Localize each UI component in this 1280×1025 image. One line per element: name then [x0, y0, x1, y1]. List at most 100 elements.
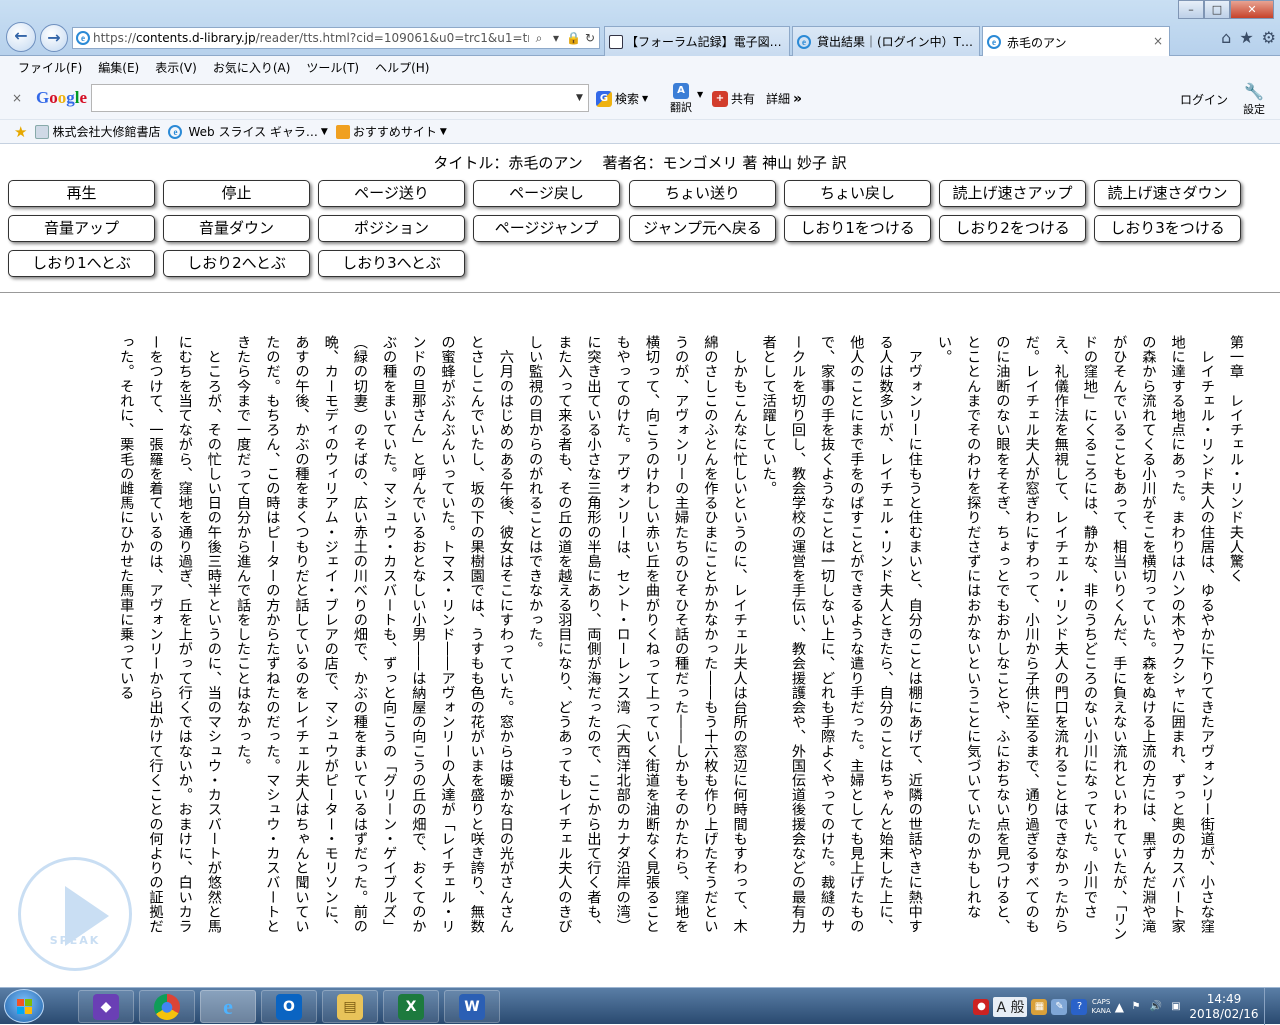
set-bookmark-2-button[interactable]: しおり2をつける	[939, 215, 1086, 242]
translate-button[interactable]: A 翻訳	[670, 83, 692, 115]
taskbar-word[interactable]: W	[444, 990, 500, 1023]
security-icon[interactable]: ●	[973, 998, 990, 1015]
chevron-down-icon[interactable]: ▼	[697, 90, 703, 99]
settings-label: 設定	[1243, 103, 1265, 116]
chevron-down-icon[interactable]: ▼	[576, 93, 583, 103]
favorites-star-icon[interactable]: ★	[14, 123, 27, 141]
speak-logo: SPEAK	[18, 857, 132, 971]
page-forward-button[interactable]: ページ送り	[318, 180, 465, 207]
close-icon[interactable]: ×	[12, 91, 22, 105]
lock-icon[interactable]: 🔒	[566, 31, 581, 45]
tab-close-icon[interactable]: ×	[1153, 34, 1163, 48]
login-link[interactable]: ログイン	[1180, 91, 1228, 108]
taskbar-outlook[interactable]: O	[261, 990, 317, 1023]
folder-icon: ▤	[337, 993, 363, 1020]
bing-icon	[335, 124, 350, 139]
share-icon: +	[712, 90, 728, 107]
ime-tool-icon[interactable]: ▦	[1031, 998, 1048, 1015]
google-search-input[interactable]	[91, 84, 589, 112]
forward-button[interactable]: →	[40, 24, 68, 52]
more-button[interactable]: 詳細 »	[766, 90, 802, 107]
share-button[interactable]: + 共有	[712, 90, 755, 107]
show-hidden-icons-icon[interactable]: ▲	[1115, 1000, 1124, 1014]
skip-back-button[interactable]: ちょい戻し	[784, 180, 931, 207]
volume-down-button[interactable]: 音量ダウン	[163, 215, 310, 242]
tab-forum-record[interactable]: 【フォーラム記録】電子図…	[604, 26, 790, 56]
word-icon: W	[459, 993, 485, 1020]
address-bar[interactable]: e https://contents.d-library.jp/reader/t…	[72, 27, 600, 49]
book-title: タイトル：赤毛のアン 著者名：モンゴメリ 著 神山 妙子 訳	[433, 154, 847, 172]
page-back-button[interactable]: ページ戻し	[473, 180, 620, 207]
favorite-taishukan[interactable]: 株式会社大修館書店	[35, 123, 160, 140]
outlook-icon: O	[276, 993, 302, 1020]
taskbar-visual-studio[interactable]: ◆	[78, 990, 134, 1023]
help-icon[interactable]: ?	[1071, 998, 1088, 1015]
volume-icon[interactable]: 🔊	[1148, 999, 1164, 1015]
goto-bookmark-2-button[interactable]: しおり2へとぶ	[163, 250, 310, 277]
settings-button[interactable]: 🔧 設定	[1236, 82, 1272, 117]
tools-icon[interactable]: ⚙	[1262, 28, 1276, 47]
stop-button[interactable]: 停止	[163, 180, 310, 207]
menu-edit[interactable]: 編集(E)	[98, 59, 139, 76]
dropdown-icon[interactable]: ▾	[549, 31, 563, 45]
speed-up-button[interactable]: 読上げ速さアップ	[939, 180, 1086, 207]
refresh-icon[interactable]: ↻	[583, 31, 597, 45]
google-search-button[interactable]: G 検索 ▼	[596, 90, 648, 107]
taskbar-excel[interactable]: X	[383, 990, 439, 1023]
menu-bar: ファイル(F) 編集(E) 表示(V) お気に入り(A) ツール(T) ヘルプ(…	[0, 56, 1280, 78]
favorite-label: おすすめサイト	[352, 125, 437, 139]
taskbar-internet-explorer[interactable]: e	[200, 990, 256, 1023]
ime-pad-icon[interactable]: ✎	[1051, 998, 1068, 1015]
jump-return-button[interactable]: ジャンプ元へ戻る	[629, 215, 776, 242]
menu-file[interactable]: ファイル(F)	[18, 59, 82, 76]
show-desktop-button[interactable]	[1264, 988, 1276, 1025]
url-text[interactable]: https://contents.d-library.jp/reader/tts…	[93, 31, 529, 45]
google-logo: Google	[36, 88, 88, 107]
volume-up-button[interactable]: 音量アップ	[8, 215, 155, 242]
internet-explorer-icon: e	[223, 993, 233, 1019]
close-button[interactable]: ✕	[1230, 0, 1274, 19]
tab-akage-no-anne[interactable]: e 赤毛のアン ×	[982, 26, 1170, 57]
taskbar: ◆ ● e O ▤ X W ● A 般 ▦ ✎ ? CAPS KANA ▲ ⚑ 🔊…	[0, 987, 1280, 1025]
page-jump-button[interactable]: ページジャンプ	[473, 215, 620, 242]
browser-titlebar: – □ ✕ ← → e https://contents.d-library.j…	[0, 0, 1280, 57]
excel-icon: X	[398, 993, 424, 1020]
clock[interactable]: 14:49 2018/02/16	[1188, 992, 1260, 1022]
action-center-icon[interactable]: ⚑	[1128, 999, 1144, 1015]
clock-time: 14:49	[1206, 991, 1242, 1006]
windows-logo-icon	[17, 999, 33, 1015]
menu-help[interactable]: ヘルプ(H)	[375, 59, 429, 76]
skip-forward-button[interactable]: ちょい送り	[629, 180, 776, 207]
search-icon[interactable]: ⌕	[532, 31, 546, 45]
play-button[interactable]: 再生	[8, 180, 155, 207]
position-button[interactable]: ポジション	[318, 215, 465, 242]
vertical-text-area: 第一章 レイチェル・リンド夫人驚く レイチェル・リンド夫人の住居は、ゆるやかに下…	[40, 335, 1250, 975]
home-icon[interactable]: ⌂	[1221, 28, 1231, 47]
set-bookmark-1-button[interactable]: しおり1をつける	[784, 215, 931, 242]
menu-view[interactable]: 表示(V)	[155, 59, 197, 76]
ie-page-icon: e	[76, 31, 90, 45]
speed-down-button[interactable]: 読上げ速さダウン	[1094, 180, 1241, 207]
maximize-button[interactable]: □	[1204, 0, 1230, 19]
set-bookmark-3-button[interactable]: しおり3をつける	[1094, 215, 1241, 242]
goto-bookmark-1-button[interactable]: しおり1へとぶ	[8, 250, 155, 277]
reader-page: タイトル：赤毛のアン 著者名：モンゴメリ 著 神山 妙子 訳 再生 停止 ページ…	[0, 145, 1280, 987]
translate-label: 翻訳	[670, 101, 692, 114]
menu-favorites[interactable]: お気に入り(A)	[213, 59, 291, 76]
favorite-web-slice-gallery[interactable]: e Web スライス ギャラ… ▼	[168, 123, 328, 140]
back-button[interactable]: ←	[6, 22, 36, 52]
translate-icon: A	[673, 83, 689, 99]
taskbar-file-explorer[interactable]: ▤	[322, 990, 378, 1023]
book-text: 第一章 レイチェル・リンド夫人驚く レイチェル・リンド夫人の住居は、ゆるやかに下…	[118, 335, 1244, 942]
favorites-icon[interactable]: ★	[1239, 28, 1253, 47]
goto-bookmark-3-button[interactable]: しおり3へとぶ	[318, 250, 465, 277]
minimize-button[interactable]: –	[1178, 0, 1204, 19]
start-button[interactable]	[4, 989, 44, 1023]
favorite-recommended-sites[interactable]: おすすめサイト ▼	[335, 123, 447, 140]
menu-tools[interactable]: ツール(T)	[306, 59, 359, 76]
ime-indicator[interactable]: A 般	[993, 996, 1028, 1017]
ie-page-icon: e	[987, 35, 1001, 49]
network-icon[interactable]: ▣	[1168, 999, 1184, 1015]
tab-loan-result[interactable]: e 貸出結果｜(ログイン中）T…	[792, 26, 980, 56]
taskbar-chrome[interactable]: ●	[139, 990, 195, 1023]
